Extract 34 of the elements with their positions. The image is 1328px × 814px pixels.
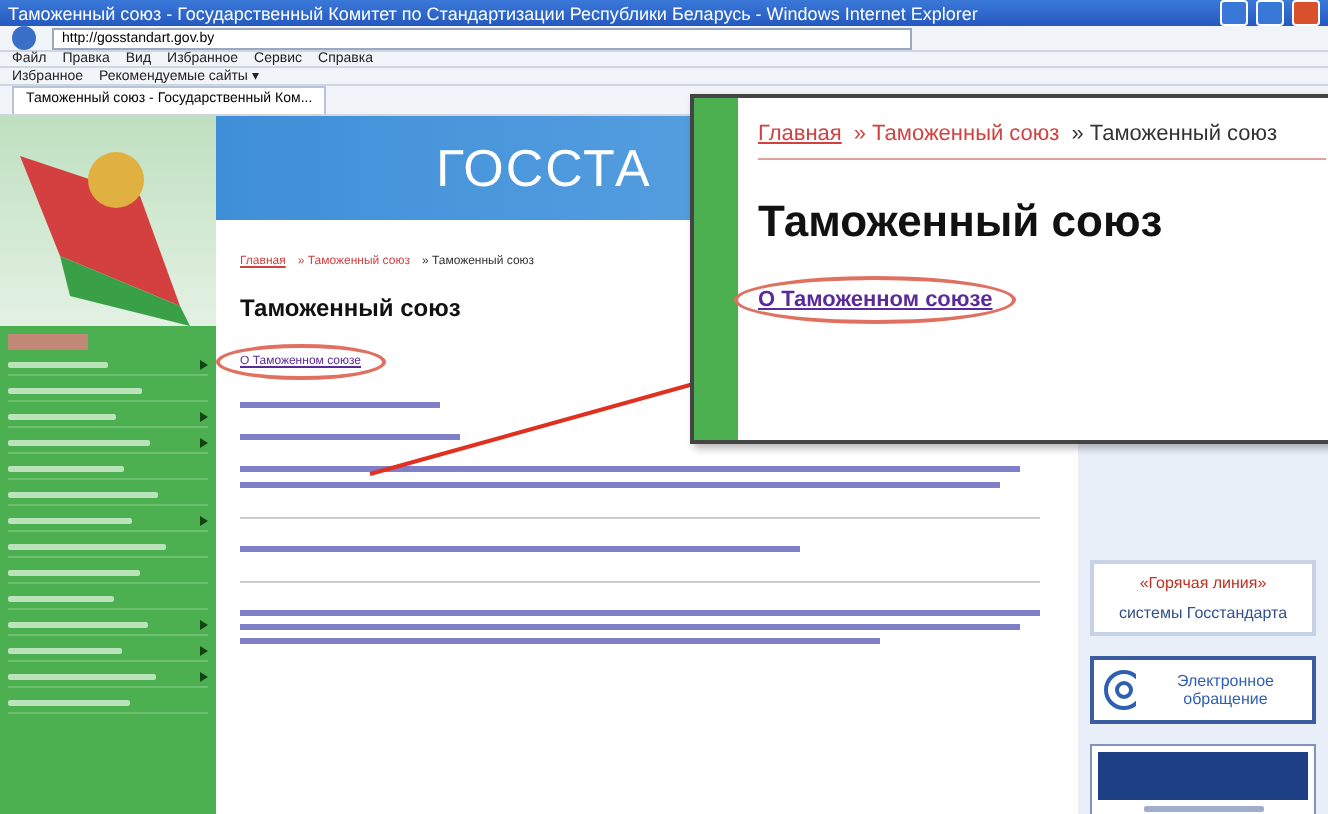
page-link[interactable]: О Таможенном союзе [734, 276, 1017, 324]
sidebar-item[interactable] [8, 354, 208, 376]
chevron-icon [200, 645, 208, 655]
chevron-icon [200, 411, 208, 421]
sidebar-item[interactable] [8, 640, 208, 662]
chevron-icon [200, 437, 208, 447]
close-icon[interactable] [1292, 0, 1320, 26]
at-sign-icon [1104, 670, 1137, 710]
callout-heading: Таможенный союз [758, 196, 1163, 248]
fund-banner[interactable] [1090, 744, 1316, 814]
sidebar-item[interactable] [8, 432, 208, 454]
hotline-title: «Горячая линия» [1139, 574, 1267, 592]
hotline-card[interactable]: «Горячая линия» системы Госстандарта [1090, 560, 1316, 636]
sidebar-item[interactable] [8, 510, 208, 532]
chevron-icon [200, 619, 208, 629]
sidebar-item[interactable] [8, 406, 208, 428]
chevron-icon [200, 359, 208, 369]
language-switcher[interactable] [8, 334, 88, 350]
minimize-icon[interactable] [1220, 0, 1248, 26]
back-icon[interactable] [12, 26, 36, 50]
page-heading: Таможенный союз [240, 294, 461, 322]
chevron-icon [200, 515, 208, 525]
site-logo: ГОССТА [436, 137, 652, 199]
breadcrumb-item: » Таможенный союз [1071, 122, 1278, 146]
maximize-icon[interactable] [1256, 0, 1284, 26]
e-appeal-label: Электронное обращение [1174, 672, 1276, 708]
hotline-subtitle: системы Госстандарта [1118, 604, 1288, 622]
chevron-icon [200, 671, 208, 681]
sidebar-item[interactable] [8, 666, 208, 688]
breadcrumb-item[interactable]: » Таможенный союз [853, 122, 1060, 146]
window-title: Таможенный союз - Государственный Комитет по Стандартизации Республики Беларусь - Windows Internet Explorer [8, 3, 980, 23]
sidebar-item[interactable] [8, 614, 208, 636]
breadcrumb-item[interactable]: Главная [758, 122, 842, 146]
e-appeal-card[interactable]: Электронное обращение [1090, 656, 1316, 724]
